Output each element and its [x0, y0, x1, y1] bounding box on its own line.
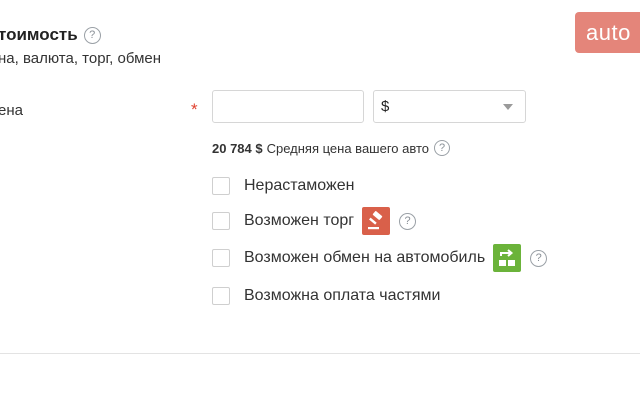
help-icon[interactable]: ?	[83, 26, 101, 44]
checkbox[interactable]	[212, 212, 230, 230]
price-input[interactable]	[212, 90, 364, 123]
average-price: 20 784 $ Средняя цена вашего авто ?	[212, 140, 451, 156]
option-label: Возможен обмен на автомобиль	[244, 249, 486, 266]
option-bargain[interactable]: Возможен торг ?	[212, 207, 417, 235]
checkbox[interactable]	[212, 249, 230, 267]
option-not-cleared[interactable]: Нерастаможен	[212, 177, 354, 195]
option-exchange[interactable]: Возможен обмен на автомобиль ?	[212, 244, 548, 272]
checkbox[interactable]	[212, 177, 230, 195]
car-exchange-icon	[493, 244, 522, 272]
checkbox[interactable]	[212, 287, 230, 305]
option-label: Возможен торг	[244, 212, 355, 229]
chevron-down-icon	[503, 104, 513, 110]
section-divider	[0, 353, 640, 354]
average-price-text: Средняя цена вашего авто	[266, 140, 430, 156]
currency-selected-value: $	[381, 98, 390, 115]
help-icon[interactable]: ?	[434, 140, 451, 156]
help-icon[interactable]: ?	[530, 249, 548, 267]
option-label: Возможна оплата частями	[244, 287, 441, 304]
option-label: Нерастаможен	[244, 177, 355, 194]
required-asterisk: *	[191, 100, 198, 119]
help-icon[interactable]: ?	[399, 212, 417, 230]
section-title: тоимость ?	[0, 25, 101, 45]
price-label: ена	[0, 102, 23, 119]
autoria-logo[interactable]: auto	[575, 12, 640, 53]
option-installments[interactable]: Возможна оплата частями	[212, 287, 440, 305]
currency-select[interactable]: $	[373, 90, 526, 123]
average-price-value: 20 784 $	[212, 140, 263, 156]
logo-text: auto	[586, 19, 631, 45]
auction-gavel-icon	[362, 207, 391, 235]
section-subtitle: на, валюта, торг, обмен	[0, 50, 162, 67]
section-title-text: тоимость	[0, 25, 78, 44]
